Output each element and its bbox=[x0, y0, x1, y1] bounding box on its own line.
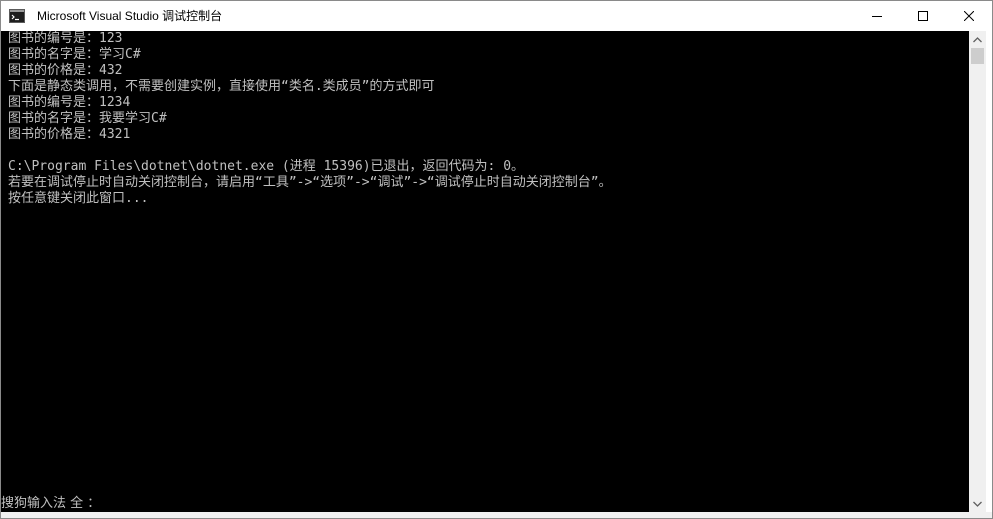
maximize-button[interactable] bbox=[900, 1, 946, 31]
console-line: 图书的名字是：我要学习C# bbox=[8, 111, 167, 126]
maximize-icon bbox=[918, 11, 928, 21]
console-output[interactable]: 图书的编号是：123 图书的名字是：学习C# 图书的价格是：432 下面是静态类… bbox=[1, 31, 969, 512]
scroll-up-button[interactable] bbox=[969, 31, 986, 48]
console-line: 图书的价格是：432 bbox=[8, 63, 123, 78]
console-line: 图书的名字是：学习C# bbox=[8, 47, 141, 62]
console-line: 按任意键关闭此窗口... bbox=[8, 191, 149, 206]
scroll-down-button[interactable] bbox=[969, 495, 986, 512]
minimize-icon bbox=[872, 16, 882, 17]
scroll-thumb[interactable] bbox=[971, 48, 984, 64]
window-title: Microsoft Visual Studio 调试控制台 bbox=[37, 9, 223, 23]
vertical-scrollbar[interactable] bbox=[969, 31, 986, 512]
console-app-icon[interactable] bbox=[9, 8, 25, 24]
console-line: 图书的编号是：123 bbox=[8, 31, 123, 46]
close-icon bbox=[964, 11, 974, 21]
console-line: 图书的价格是：4321 bbox=[8, 127, 131, 142]
console-line: 图书的编号是：1234 bbox=[8, 95, 131, 110]
scroll-down-arrow-icon bbox=[973, 501, 982, 507]
minimize-button[interactable] bbox=[854, 1, 900, 31]
title-bar[interactable]: Microsoft Visual Studio 调试控制台 bbox=[1, 1, 992, 31]
console-line: 下面是静态类调用，不需要创建实例，直接使用“类名.类成员”的方式即可 bbox=[8, 79, 435, 94]
ime-status-bar[interactable]: 搜狗输入法 全 ： bbox=[1, 496, 100, 512]
window-bottom-edge bbox=[1, 512, 992, 518]
scroll-up-arrow-icon bbox=[973, 36, 982, 42]
close-button[interactable] bbox=[946, 1, 992, 31]
console-line: C:\Program Files\dotnet\dotnet.exe (进程 1… bbox=[8, 159, 525, 174]
console-window: Microsoft Visual Studio 调试控制台 图书的编号是：123… bbox=[0, 0, 993, 519]
console-line: 若要在调试停止时自动关闭控制台，请启用“工具”->“选项”->“调试”->“调试… bbox=[8, 175, 612, 190]
